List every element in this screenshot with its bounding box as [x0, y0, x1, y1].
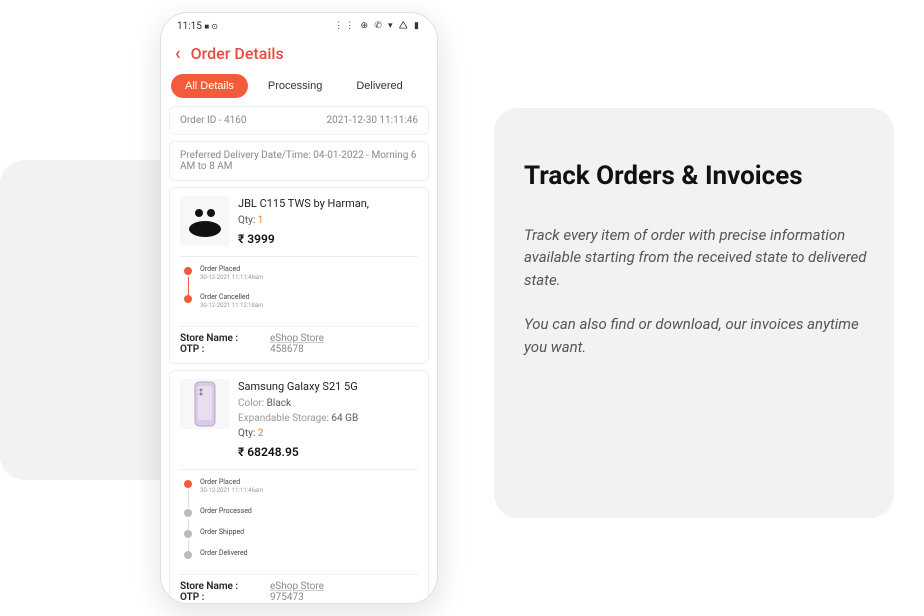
product-thumbnail[interactable]: [180, 379, 230, 429]
product-name: Samsung Galaxy S21 5G: [238, 379, 418, 396]
timeline-step: Order Placed30-12-2021 11:11:46am: [180, 478, 418, 507]
store-info: Store Name : OTP : eShop Store 458678: [180, 326, 418, 355]
otp-value: 975473: [270, 592, 324, 603]
timeline-dot-icon: [184, 295, 192, 303]
earbuds-icon: [185, 201, 225, 241]
order-id-card: Order ID - 4160 2021-12-30 11:11:46: [169, 106, 429, 135]
store-link[interactable]: eShop Store: [270, 581, 324, 592]
product-name: JBL C115 TWS by Harman,: [238, 196, 418, 213]
product-thumbnail[interactable]: [180, 196, 230, 246]
timeline-step: Order Delivered: [180, 549, 418, 570]
tab-cancelled[interactable]: Ca: [423, 74, 437, 98]
order-timestamp: 2021-12-30 11:11:46: [326, 115, 418, 126]
content-scroll[interactable]: Order ID - 4160 2021-12-30 11:11:46 Pref…: [161, 106, 437, 603]
timeline-step: Order Processed: [180, 507, 418, 528]
status-icons: ⋮⋮ ⊕ ✆ ▾ 🛆 ▮: [334, 18, 421, 34]
timeline-dot-icon: [184, 480, 192, 488]
delivery-pref-card: Preferred Delivery Date/Time: 04-01-2022…: [169, 141, 429, 181]
store-info: Store Name : OTP : eShop Store 975473: [180, 574, 418, 603]
status-bar: 11:15 ■ ⊙ ⋮⋮ ⊕ ✆ ▾ 🛆 ▮: [161, 13, 437, 35]
marketing-para-1: Track every item of order with precise i…: [524, 224, 884, 292]
filter-tabs: All Details Processing Delivered Ca: [161, 74, 437, 106]
otp-value: 458678: [270, 344, 324, 355]
back-icon[interactable]: ‹: [175, 43, 181, 64]
marketing-text: Track Orders & Invoices Track every item…: [524, 160, 884, 380]
product-price: ₹ 68248.95: [238, 443, 418, 461]
order-item: Samsung Galaxy S21 5G Color: Black Expan…: [169, 370, 429, 603]
order-timeline: Order Placed30-12-2021 11:11:46am Order …: [180, 469, 418, 570]
tab-delivered[interactable]: Delivered: [342, 74, 416, 98]
product-price: ₹ 3999: [238, 230, 418, 248]
status-time: 11:15 ■ ⊙: [177, 21, 218, 32]
timeline-dot-icon: [184, 267, 192, 275]
order-item: JBL C115 TWS by Harman, Qty: 1 ₹ 3999 Or…: [169, 187, 429, 364]
tab-all-details[interactable]: All Details: [171, 74, 248, 98]
app-header: ‹ Order Details: [161, 35, 437, 74]
order-id-label: Order ID - 4160: [180, 115, 246, 126]
marketing-heading: Track Orders & Invoices: [524, 160, 884, 194]
timeline-dot-icon: [184, 509, 192, 517]
order-timeline: Order Placed30-12-2021 11:11:46am Order …: [180, 256, 418, 323]
timeline-step: Order Placed30-12-2021 11:11:46am: [180, 265, 418, 294]
timeline-dot-icon: [184, 551, 192, 559]
store-link[interactable]: eShop Store: [270, 333, 324, 344]
smartphone-icon: [187, 380, 223, 428]
timeline-dot-icon: [184, 530, 192, 538]
page-title: Order Details: [191, 44, 284, 63]
tab-processing[interactable]: Processing: [254, 74, 336, 98]
marketing-para-2: You can also find or download, our invoi…: [524, 313, 884, 358]
timeline-step: Order Cancelled30-12-2021 11:12:18am: [180, 293, 418, 322]
timeline-step: Order Shipped: [180, 528, 418, 549]
phone-frame: 11:15 ■ ⊙ ⋮⋮ ⊕ ✆ ▾ 🛆 ▮ ‹ Order Details A…: [160, 12, 438, 604]
